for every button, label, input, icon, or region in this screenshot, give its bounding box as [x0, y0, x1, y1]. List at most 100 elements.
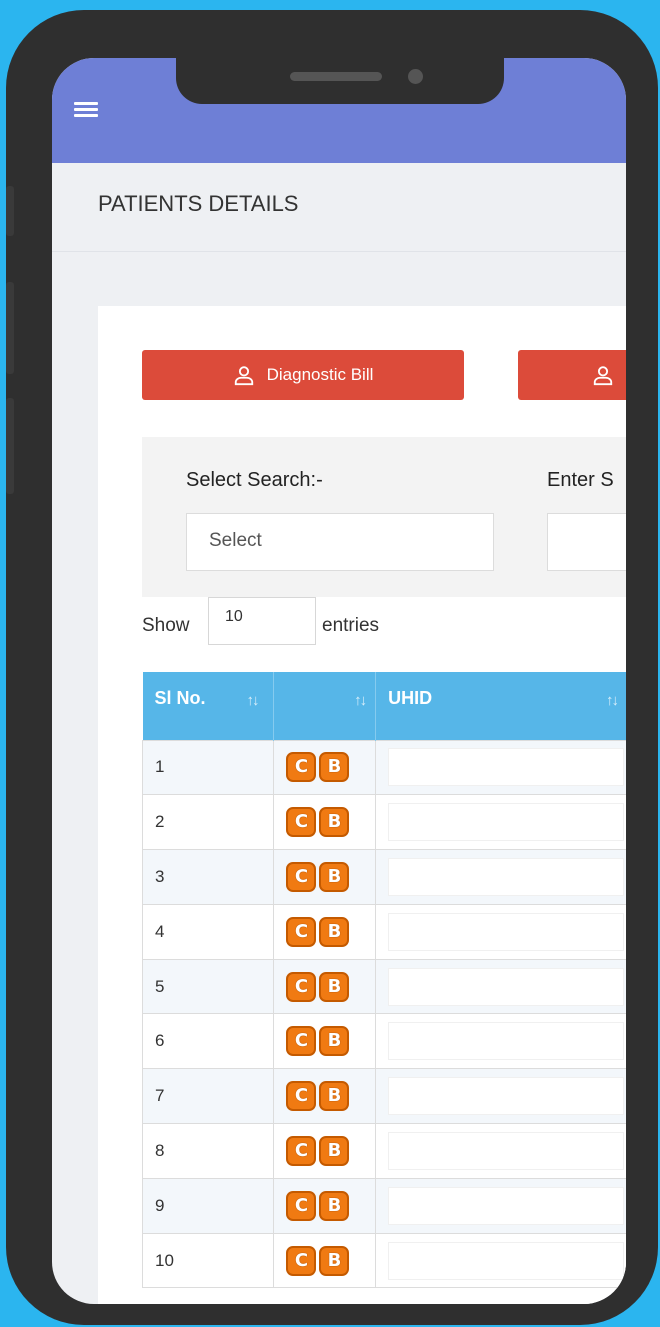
uhid-cell	[375, 958, 626, 1015]
column-header-actions[interactable]: ↑↓	[273, 672, 377, 740]
sl-no-cell: 2	[141, 794, 275, 851]
uhid-cell	[375, 1068, 626, 1125]
actions-cell: CB	[273, 1013, 377, 1070]
enter-search-label: Enter S	[547, 469, 614, 491]
c-action-icon[interactable]: C	[286, 971, 317, 1002]
column-header-sl-no[interactable]: Sl No. ↑↓	[142, 672, 275, 740]
b-action-icon[interactable]: B	[319, 916, 350, 947]
select-search-dropdown[interactable]: Select	[186, 513, 494, 571]
table-header-row: Sl No. ↑↓ ↑↓ UHID ↑↓	[142, 672, 626, 740]
enter-search-input[interactable]	[547, 513, 626, 571]
user-icon	[234, 366, 253, 386]
sl-no-cell: 9	[141, 1177, 275, 1234]
actions-cell: CB	[273, 1123, 377, 1179]
sl-no-cell: 5	[141, 958, 275, 1015]
phone-frame: PATIENTS DETAILS Diagnostic Bill Select …	[6, 10, 658, 1325]
sl-no-cell: 3	[141, 849, 275, 905]
b-action-icon[interactable]: B	[319, 1026, 350, 1057]
uhid-value	[388, 1131, 625, 1170]
table-row: 4CB	[141, 903, 626, 960]
c-action-icon[interactable]: C	[286, 916, 317, 947]
uhid-cell	[375, 903, 626, 960]
phone-notch	[176, 58, 504, 104]
sl-no-cell: 6	[141, 1013, 275, 1070]
uhid-value	[388, 857, 625, 896]
sl-no-cell: 4	[141, 903, 275, 960]
b-action-icon[interactable]: B	[319, 861, 350, 892]
uhid-value	[388, 1077, 625, 1116]
entries-label: entries	[322, 615, 380, 636]
table-row: 1CB	[141, 739, 626, 796]
c-action-icon[interactable]: C	[286, 1026, 317, 1057]
sort-icon: ↑↓	[246, 692, 259, 709]
sort-icon: ↑↓	[606, 692, 619, 709]
actions-cell: CB	[273, 849, 377, 905]
patients-card: Diagnostic Bill Select Search:- Enter S …	[98, 306, 626, 1304]
b-action-icon[interactable]: B	[319, 1245, 350, 1276]
phone-volume-down-button	[6, 398, 14, 494]
uhid-cell	[375, 1232, 626, 1289]
c-action-icon[interactable]: C	[286, 1245, 317, 1276]
column-header-uhid[interactable]: UHID ↑↓	[375, 672, 626, 740]
c-action-icon[interactable]: C	[286, 1190, 317, 1221]
sl-no-cell: 1	[141, 739, 275, 796]
sl-no-cell: 10	[141, 1232, 275, 1289]
table-row: 6CB	[141, 1013, 626, 1070]
patients-table: Sl No. ↑↓ ↑↓ UHID ↑↓ 1CB2CB3CB4CB5CB6CB7…	[141, 672, 626, 1289]
b-action-icon[interactable]: B	[319, 1081, 350, 1112]
search-panel: Select Search:- Enter S Select	[142, 437, 626, 597]
actions-cell: CB	[273, 1068, 377, 1125]
uhid-value	[388, 1186, 625, 1225]
uhid-cell	[375, 794, 626, 851]
table-row: 9CB	[141, 1177, 626, 1234]
uhid-value	[388, 967, 625, 1006]
uhid-value	[388, 748, 625, 787]
uhid-value	[388, 1241, 625, 1280]
c-action-icon[interactable]: C	[286, 752, 317, 783]
actions-cell: CB	[273, 958, 377, 1015]
hamburger-menu-icon[interactable]	[74, 102, 98, 122]
actions-cell: CB	[273, 794, 377, 851]
phone-side-button	[6, 186, 14, 236]
b-action-icon[interactable]: B	[319, 1135, 350, 1166]
uhid-cell	[375, 739, 626, 796]
sl-no-cell: 8	[141, 1123, 275, 1179]
select-placeholder: Select	[209, 530, 262, 551]
uhid-cell	[375, 1123, 626, 1179]
c-action-icon[interactable]: C	[286, 1081, 317, 1112]
b-action-icon[interactable]: B	[319, 971, 350, 1002]
table-row: 2CB	[141, 794, 626, 851]
show-label: Show	[142, 615, 190, 636]
uhid-cell	[375, 849, 626, 905]
front-camera	[408, 69, 423, 84]
page-title: PATIENTS DETAILS	[98, 191, 299, 216]
phone-volume-up-button	[6, 282, 14, 374]
second-action-button[interactable]	[518, 350, 626, 400]
b-action-icon[interactable]: B	[319, 807, 350, 838]
speaker-grille	[290, 72, 382, 81]
table-row: 10 C B	[141, 1232, 626, 1289]
c-action-icon[interactable]: C	[286, 807, 317, 838]
entries-count-input[interactable]: 10	[208, 597, 316, 645]
sl-no-cell: 7	[141, 1068, 275, 1125]
uhid-value	[388, 912, 625, 951]
actions-cell: CB	[273, 1177, 377, 1234]
b-action-icon[interactable]: B	[319, 1190, 350, 1221]
b-action-icon[interactable]: B	[319, 752, 350, 783]
table-row: 5CB	[141, 958, 626, 1015]
phone-screen: PATIENTS DETAILS Diagnostic Bill Select …	[52, 58, 626, 1304]
actions-cell: CB	[273, 739, 377, 796]
diagnostic-bill-label: Diagnostic Bill	[266, 365, 374, 384]
uhid-value	[388, 1022, 625, 1061]
actions-cell: CB	[273, 903, 377, 960]
actions-cell: CB	[273, 1232, 377, 1289]
diagnostic-bill-button[interactable]: Diagnostic Bill	[142, 350, 464, 400]
user-icon	[593, 366, 613, 386]
select-search-label: Select Search:-	[186, 469, 323, 491]
table-row: 7CB	[141, 1068, 626, 1125]
uhid-value	[388, 803, 625, 842]
c-action-icon[interactable]: C	[286, 1135, 317, 1166]
entries-length-control: Show 10 entries	[142, 597, 626, 649]
sort-icon: ↑↓	[354, 692, 367, 709]
c-action-icon[interactable]: C	[286, 861, 317, 892]
